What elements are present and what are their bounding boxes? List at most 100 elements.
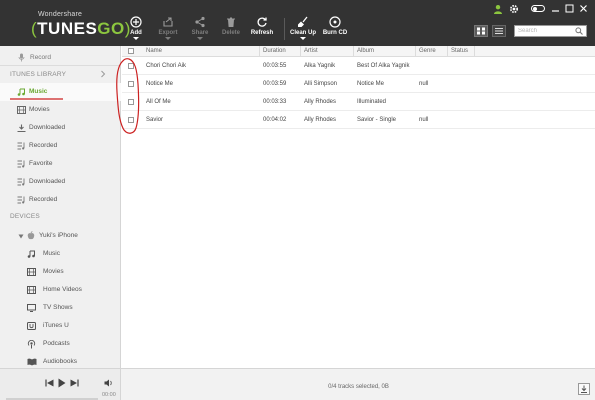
share-label: Share	[191, 30, 209, 36]
sidebar-device-tv-shows[interactable]: TV Shows	[0, 299, 121, 317]
sidebar-item-label: iTunes U	[43, 322, 69, 329]
sidebar-item-label: Music	[29, 88, 48, 95]
refresh-button[interactable]: Refresh	[249, 16, 275, 36]
burn-cd-label: Burn CD	[322, 30, 348, 36]
playlist-icon	[17, 142, 25, 150]
add-dropdown-icon	[133, 37, 139, 40]
list-view-button[interactable]	[492, 25, 506, 37]
add-label: Add	[130, 30, 142, 36]
toolbar-divider	[284, 18, 285, 40]
sidebar-item-label: Record	[30, 54, 51, 61]
burn-cd-button[interactable]: Burn CD	[322, 16, 348, 36]
track-name: Savior	[146, 117, 164, 123]
sidebar-item-downloaded-playlist[interactable]: Downloaded	[0, 173, 121, 191]
table-row[interactable]: Notice Me 00:03:59 Alli Simpson Notice M…	[122, 76, 595, 93]
track-duration: 00:04:02	[263, 117, 287, 123]
export-to-device-button[interactable]	[578, 383, 590, 395]
user-icon[interactable]	[493, 4, 503, 14]
clean-up-button[interactable]: Clean Up	[288, 16, 318, 40]
sidebar-item-downloaded[interactable]: Downloaded	[0, 119, 121, 137]
maximize-icon[interactable]	[565, 4, 574, 13]
toggle-knob	[533, 6, 537, 11]
sidebar-item-recorded[interactable]: Recorded	[0, 137, 121, 155]
microphone-icon	[18, 53, 25, 62]
track-artist: Ally Rhodes	[304, 99, 337, 105]
export-button[interactable]: Export	[156, 16, 180, 40]
sidebar-item-recorded-playlist[interactable]: Recorded	[0, 191, 121, 209]
table-row[interactable]: All Of Me 00:03:33 Ally Rhodes Illuminat…	[122, 94, 595, 111]
delete-button[interactable]: Delete	[219, 16, 243, 36]
delete-label: Delete	[221, 30, 240, 36]
column-header-name[interactable]: Name	[146, 48, 162, 54]
sidebar-device-music[interactable]: Music	[0, 245, 121, 263]
podcast-icon	[27, 340, 36, 349]
select-all-checkbox[interactable]	[128, 48, 134, 54]
column-header-artist[interactable]: Artist	[304, 48, 318, 54]
playback-time: 00:00	[102, 392, 116, 398]
gear-icon[interactable]	[509, 4, 519, 14]
sidebar-item-label: Downloaded	[29, 178, 66, 185]
film-icon	[27, 268, 36, 276]
track-artist: Alka Yagnik	[304, 63, 336, 69]
track-duration: 00:03:33	[263, 99, 287, 105]
share-dropdown-icon	[197, 37, 203, 40]
table-row[interactable]: Savior 00:04:02 Ally Rhodes Savior - Sin…	[122, 112, 595, 129]
column-divider	[300, 46, 301, 57]
playlist-icon	[17, 160, 25, 168]
export-label: Export	[158, 30, 178, 36]
sidebar-item-label: Home Videos	[43, 286, 82, 293]
itunes-library-header[interactable]: ITUNES LIBRARY	[10, 71, 66, 78]
grid-icon	[477, 27, 485, 35]
download-icon	[581, 385, 587, 393]
sidebar-item-label: Music	[43, 250, 60, 257]
itunes-u-icon	[27, 322, 36, 330]
play-icon[interactable]	[58, 378, 66, 388]
close-icon[interactable]	[579, 4, 588, 13]
table-header: Name Duration Artist Album Genre Status	[122, 46, 595, 57]
grid-view-button[interactable]	[474, 25, 488, 37]
volume-icon[interactable]	[104, 379, 113, 387]
triangle-down-icon	[18, 234, 24, 239]
table-row[interactable]: Chori Chori Aik 00:03:55 Alka Yagnik Bes…	[122, 58, 595, 75]
track-album: Best Of Alka Yagnik	[357, 63, 410, 69]
track-genre: null	[419, 117, 429, 123]
chevron-right-icon[interactable]	[100, 70, 106, 78]
column-header-status[interactable]: Status	[451, 48, 468, 54]
clean-up-dropdown-icon	[300, 37, 306, 40]
sidebar-item-label: Recorded	[29, 142, 58, 149]
next-icon[interactable]	[70, 379, 79, 387]
previous-icon[interactable]	[45, 379, 54, 387]
column-divider	[474, 46, 475, 57]
sidebar-item-favorite[interactable]: Favorite	[0, 155, 121, 173]
minimize-icon[interactable]	[551, 4, 560, 13]
column-header-genre[interactable]: Genre	[419, 48, 436, 54]
sidebar-device-itunes-u[interactable]: iTunes U	[0, 317, 121, 335]
search-icon[interactable]	[575, 27, 583, 35]
sidebar-device-podcasts[interactable]: Podcasts	[0, 335, 121, 353]
share-button[interactable]: Share	[189, 16, 211, 40]
music-note-icon	[27, 250, 35, 258]
annotation-underline	[10, 98, 63, 100]
sidebar-item-movies[interactable]: Movies	[0, 101, 121, 119]
column-divider	[415, 46, 416, 57]
sidebar-device-home-videos[interactable]: Home Videos	[0, 281, 121, 299]
track-duration: 00:03:55	[263, 63, 287, 69]
devices-header: DEVICES	[10, 213, 40, 220]
sidebar-device-movies[interactable]: Movies	[0, 263, 121, 281]
track-table: Name Duration Artist Album Genre Status …	[122, 46, 595, 368]
column-header-duration[interactable]: Duration	[263, 48, 286, 54]
sidebar-item-label: Recorded	[29, 196, 58, 203]
track-artist: Ally Rhodes	[304, 117, 337, 123]
sidebar-divider	[0, 65, 121, 66]
column-divider	[353, 46, 354, 57]
playlist-icon	[17, 178, 25, 186]
toggle-switch[interactable]	[531, 5, 545, 12]
bottom-bar: 00:00 0/4 tracks selected, 0B	[0, 368, 595, 400]
device-name: Yuki's iPhone	[39, 232, 78, 239]
column-header-album[interactable]: Album	[357, 48, 374, 54]
track-album: Savior - Single	[357, 117, 397, 123]
add-button[interactable]: Add	[127, 16, 145, 40]
download-icon	[17, 124, 26, 132]
sidebar-item-label: Audiobooks	[43, 358, 77, 365]
sidebar-device-iphone[interactable]: Yuki's iPhone	[0, 227, 121, 245]
